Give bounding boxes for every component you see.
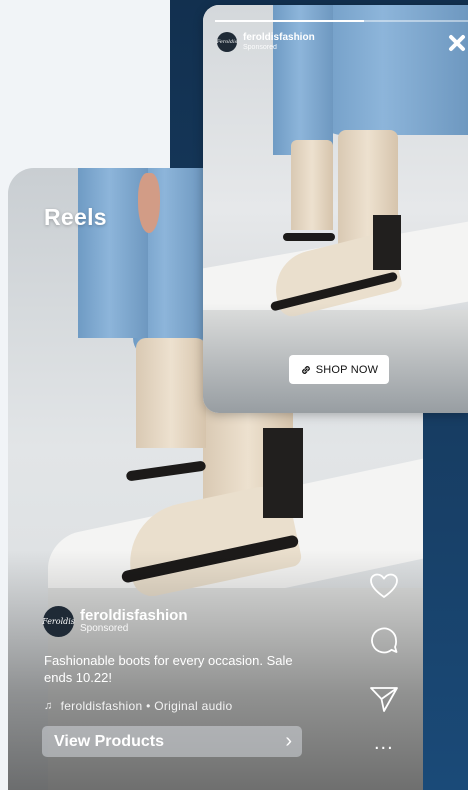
story-account[interactable]: Feroldis feroldisfashion Sponsored	[217, 32, 315, 52]
audio-row[interactable]: ♫ feroldisfashion • Original audio	[44, 699, 232, 713]
account-name[interactable]: feroldisfashion	[80, 608, 188, 623]
comment-icon[interactable]	[368, 625, 400, 657]
reel-account[interactable]: Feroldis feroldisfashion Sponsored	[42, 606, 188, 637]
view-products-button[interactable]: View Products ›	[42, 726, 302, 757]
reel-caption: Fashionable boots for every occasion. Sa…	[44, 653, 293, 685]
more-icon[interactable]: ...	[374, 733, 394, 753]
heart-icon[interactable]	[368, 570, 400, 602]
chevron-right-icon: ›	[285, 730, 292, 752]
story-progress-bar	[215, 20, 468, 22]
audio-label: feroldisfashion • Original audio	[60, 699, 233, 713]
story-card[interactable]: Feroldis feroldisfashion Sponsored SHOP …	[203, 5, 468, 413]
avatar[interactable]: Feroldis	[42, 606, 75, 637]
music-note-icon: ♫	[44, 700, 53, 712]
view-products-label: View Products	[54, 732, 164, 750]
shop-now-label: SHOP NOW	[315, 363, 379, 376]
reels-title: Reels	[44, 204, 107, 230]
close-icon[interactable]	[446, 32, 468, 54]
sponsored-label: Sponsored	[243, 44, 277, 51]
send-icon[interactable]	[368, 683, 400, 715]
avatar[interactable]: Feroldis	[217, 32, 237, 52]
sponsored-label: Sponsored	[80, 623, 129, 634]
link-icon	[301, 365, 310, 374]
shop-now-button[interactable]: SHOP NOW	[289, 355, 389, 384]
story-progress-fill	[215, 20, 365, 22]
account-name[interactable]: feroldisfashion	[243, 32, 315, 43]
